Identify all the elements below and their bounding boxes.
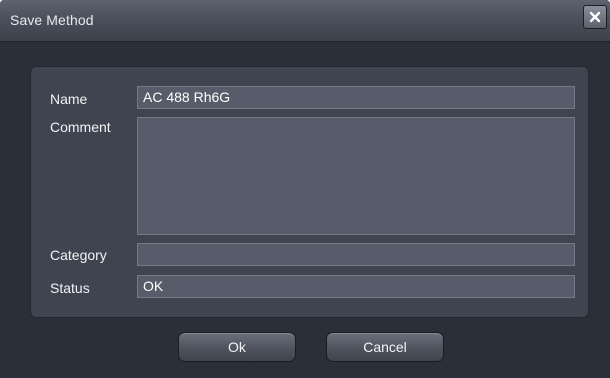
- comment-field[interactable]: [137, 117, 575, 235]
- name-field[interactable]: AC 488 Rh6G: [137, 86, 575, 109]
- save-method-dialog: Save Method Name AC 488 Rh6G Comment Cat…: [0, 0, 610, 378]
- name-label: Name: [50, 91, 88, 107]
- category-label: Category: [50, 247, 107, 263]
- comment-label: Comment: [50, 119, 111, 135]
- dialog-title: Save Method: [10, 12, 94, 28]
- dialog-titlebar[interactable]: Save Method: [0, 0, 610, 42]
- close-button[interactable]: [583, 5, 607, 29]
- method-details-panel: Name AC 488 Rh6G Comment Category Status…: [30, 66, 589, 318]
- cancel-button[interactable]: Cancel: [326, 332, 444, 362]
- status-label: Status: [50, 280, 90, 296]
- close-icon: [589, 11, 601, 23]
- status-field[interactable]: OK: [137, 275, 575, 298]
- ok-button[interactable]: Ok: [178, 332, 296, 362]
- category-field[interactable]: [137, 243, 575, 266]
